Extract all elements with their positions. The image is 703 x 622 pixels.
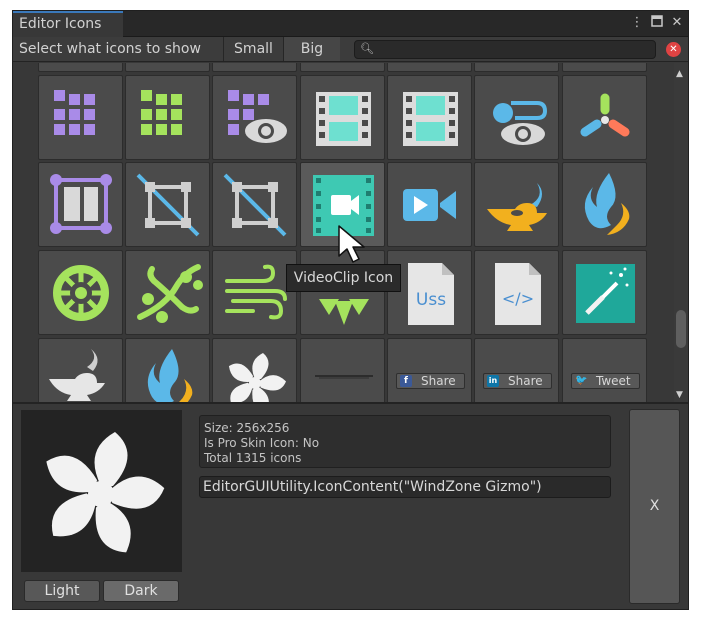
windzone-fan-icon[interactable] xyxy=(212,338,297,402)
windzone-fan-icon xyxy=(46,432,165,553)
title-bar: Editor Icons ⋮ ✕ xyxy=(13,11,688,37)
purple-grid-eye-icon[interactable] xyxy=(212,75,297,160)
filmstrip-icon[interactable] xyxy=(387,75,472,160)
green-vine-icon[interactable] xyxy=(125,250,210,335)
magic-wand-icon[interactable] xyxy=(562,250,647,335)
clear-search-icon[interactable]: ✕ xyxy=(666,42,681,57)
particle-system-icon[interactable] xyxy=(562,75,647,160)
uss-file-text: Uss xyxy=(416,290,446,310)
facebook-share-cell[interactable]: f Share xyxy=(387,338,472,402)
toolbar: Select what icons to show Small Big 🔍︎ ✕ xyxy=(13,37,688,62)
grid-cell[interactable] xyxy=(474,63,559,72)
uxml-file-text: </> xyxy=(502,289,534,308)
facebook-icon: f xyxy=(400,375,412,387)
grid-cell[interactable] xyxy=(212,63,297,72)
twitter-tweet-button[interactable]: 🐦 Tweet xyxy=(571,373,640,389)
big-size-button[interactable]: Big xyxy=(283,37,340,61)
share-label: Share xyxy=(421,374,456,388)
rect-transform-gray-icon[interactable] xyxy=(212,162,297,247)
total-icons-text: Total 1315 icons xyxy=(204,451,302,465)
linkedin-share-button[interactable]: in Share xyxy=(483,373,552,389)
close-icon[interactable]: ✕ xyxy=(669,15,685,31)
rect-transform-gray-icon[interactable] xyxy=(125,162,210,247)
share-label: Share xyxy=(508,374,543,388)
grid-scrollbar[interactable]: ▲ ▼ xyxy=(674,63,688,402)
search-icon: 🔍︎ xyxy=(360,42,374,55)
linkedin-icon: in xyxy=(487,375,499,387)
close-details-button[interactable]: X xyxy=(629,409,680,604)
grid-cell[interactable] xyxy=(38,63,123,72)
visual-effect-eye-icon[interactable] xyxy=(474,75,559,160)
grid-cell[interactable] xyxy=(300,63,385,72)
linkedin-share-cell[interactable]: in Share xyxy=(474,338,559,402)
shadow-line-icon[interactable] xyxy=(300,338,385,402)
mouse-cursor-icon xyxy=(338,225,365,263)
grid-cell[interactable] xyxy=(387,63,472,72)
maximize-icon[interactable] xyxy=(649,15,665,31)
scroll-down-icon[interactable]: ▼ xyxy=(676,390,683,400)
small-size-button[interactable]: Small xyxy=(223,37,283,61)
twitter-icon: 🐦 xyxy=(575,375,588,386)
purple-grid-icon[interactable] xyxy=(38,75,123,160)
scrollbar-thumb[interactable] xyxy=(676,310,686,348)
video-player-icon[interactable] xyxy=(387,162,472,247)
search-input[interactable] xyxy=(373,41,653,58)
grid-cell[interactable] xyxy=(125,63,210,72)
twitter-share-cell[interactable]: 🐦 Tweet xyxy=(562,338,647,402)
flame-icon[interactable] xyxy=(125,338,210,402)
dark-skin-button[interactable]: Dark xyxy=(103,580,179,602)
icon-content-code-field[interactable]: EditorGUIUtility.IconContent("WindZone G… xyxy=(199,476,611,498)
tweet-label: Tweet xyxy=(596,374,631,388)
search-field[interactable]: 🔍︎ xyxy=(354,40,656,59)
wind-icon[interactable] xyxy=(212,250,297,335)
editor-icons-window: Editor Icons ⋮ ✕ Select what icons to sh… xyxy=(12,10,689,610)
scroll-up-icon[interactable]: ▲ xyxy=(676,69,683,79)
icon-size-text: Size: 256x256 xyxy=(204,421,290,435)
light-skin-button[interactable]: Light xyxy=(24,580,100,602)
filmstrip-icon[interactable] xyxy=(300,75,385,160)
select-icons-label: Select what icons to show xyxy=(19,41,201,57)
lamp-icon[interactable] xyxy=(38,338,123,402)
icon-preview xyxy=(21,410,182,572)
kebab-menu-icon[interactable]: ⋮ xyxy=(629,15,645,31)
magic-lamp-icon[interactable] xyxy=(474,162,559,247)
facebook-share-button[interactable]: f Share xyxy=(396,373,465,389)
grid-cell[interactable] xyxy=(562,63,647,72)
tab-editor-icons[interactable]: Editor Icons xyxy=(13,11,123,37)
uxml-file-icon[interactable]: </> xyxy=(474,250,559,335)
purple-layout-frame-icon[interactable] xyxy=(38,162,123,247)
green-grid-icon[interactable] xyxy=(125,75,210,160)
uss-file-icon[interactable]: Uss xyxy=(387,250,472,335)
icon-info-box: Size: 256x256 Is Pro Skin Icon: No Total… xyxy=(199,415,611,468)
flame-icon[interactable] xyxy=(562,162,647,247)
details-panel: Light Dark Size: 256x256 Is Pro Skin Ico… xyxy=(13,404,688,609)
pro-skin-text: Is Pro Skin Icon: No xyxy=(204,436,320,450)
green-wheel-icon[interactable] xyxy=(38,250,123,335)
